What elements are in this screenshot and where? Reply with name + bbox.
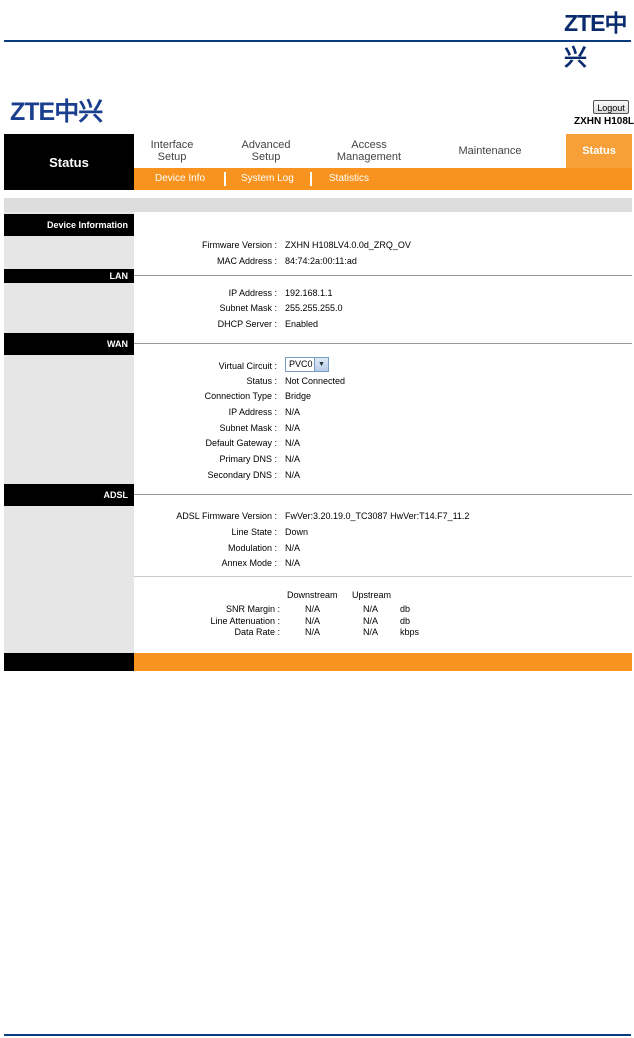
column-header-upstream: Upstream xyxy=(352,590,392,600)
tab-label: Interface xyxy=(150,139,194,151)
primary-dns-value: N/A xyxy=(285,454,301,464)
section-heading-device-info: Device Information xyxy=(4,214,134,236)
data-rate-downstream: N/A xyxy=(305,627,321,637)
wan-ip-value: N/A xyxy=(285,407,301,417)
field-label: Subnet Mask : xyxy=(219,423,277,433)
line-state-value: Down xyxy=(285,527,309,537)
firmware-version-value: ZXHN H108LV4.0.0d_ZRQ_OV xyxy=(285,240,411,250)
adsl-firmware-value: FwVer:3.20.19.0_TC3087 HwVer:T14.F7_11.2 xyxy=(285,511,470,521)
mac-address-value: 84:74:2a:00:11:ad xyxy=(285,256,357,266)
wan-status-value: Not Connected xyxy=(285,376,346,386)
field-label: Default Gateway : xyxy=(205,438,277,448)
field-label: ADSL Firmware Version : xyxy=(176,511,277,521)
content-top-band xyxy=(4,198,632,212)
table-row-label: SNR Margin : xyxy=(225,604,280,614)
logout-button[interactable]: Logout xyxy=(593,100,629,114)
chevron-down-icon: ▼ xyxy=(314,358,328,371)
section-rule xyxy=(134,494,632,495)
field-label: IP Address : xyxy=(228,288,277,298)
default-gateway-value: N/A xyxy=(285,438,301,448)
tab-access-management[interactable]: Access Management xyxy=(324,134,414,168)
field-label: Primary DNS : xyxy=(219,454,277,464)
tab-label: Advanced xyxy=(241,139,291,151)
main-nav: Interface Setup Advanced Setup Access Manag… xyxy=(134,134,632,168)
adsl-stats-panel xyxy=(134,576,632,654)
model-name: ZXHN H108L xyxy=(574,116,634,127)
data-rate-unit: kbps xyxy=(400,627,420,637)
footer-rule xyxy=(4,1034,631,1036)
tab-label: Maintenance xyxy=(458,145,522,157)
field-label: Subnet Mask : xyxy=(219,303,277,313)
field-label: Modulation : xyxy=(227,543,277,553)
dhcp-server-value: Enabled xyxy=(285,319,319,329)
data-rate-upstream: N/A xyxy=(363,627,379,637)
header-rule xyxy=(4,40,631,42)
sub-nav: Device Info System Log Statistics xyxy=(134,168,632,190)
section-rule xyxy=(134,343,632,344)
annex-mode-value: N/A xyxy=(285,558,301,568)
section-heading-adsl: ADSL xyxy=(4,484,134,506)
virtual-circuit-select[interactable]: PVC0 ▼ xyxy=(285,357,329,372)
section-heading-wan: WAN xyxy=(4,333,134,355)
tab-label: Setup xyxy=(157,151,187,163)
snr-downstream: N/A xyxy=(305,604,321,614)
field-label: Line State : xyxy=(231,527,277,537)
attenuation-upstream: N/A xyxy=(363,616,379,626)
attenuation-downstream: N/A xyxy=(305,616,321,626)
subtab-system-log[interactable]: System Log xyxy=(241,168,294,190)
subtab-device-info[interactable]: Device Info xyxy=(155,168,205,190)
zte-router-logo: ZTE中兴 xyxy=(10,98,103,126)
field-label: DHCP Server : xyxy=(217,319,277,329)
tab-label: Management xyxy=(336,151,402,163)
section-heading-lan: LAN xyxy=(4,269,134,283)
footer-bar-right xyxy=(134,653,632,671)
snr-upstream: N/A xyxy=(363,604,379,614)
field-label: MAC Address : xyxy=(216,256,277,266)
lan-ip-value: 192.168.1.1 xyxy=(285,288,333,298)
tab-label: Status xyxy=(582,145,616,157)
current-section-title: Status xyxy=(4,134,134,190)
field-label: Virtual Circuit : xyxy=(218,361,277,371)
tab-maintenance[interactable]: Maintenance xyxy=(440,134,540,168)
subtab-divider xyxy=(224,172,226,186)
field-label: Firmware Version : xyxy=(201,240,277,250)
subtab-statistics[interactable]: Statistics xyxy=(329,168,369,190)
tab-status[interactable]: Status xyxy=(566,134,632,168)
lan-subnet-value: 255.255.255.0 xyxy=(285,303,343,313)
wan-subnet-value: N/A xyxy=(285,423,301,433)
modulation-value: N/A xyxy=(285,543,301,553)
table-row-label: Line Attenuation : xyxy=(210,616,280,626)
subtab-divider xyxy=(310,172,312,186)
field-label: Annex Mode : xyxy=(221,558,277,568)
section-rule xyxy=(134,275,632,276)
column-header-downstream: Downstream xyxy=(287,590,338,600)
tab-advanced-setup[interactable]: Advanced Setup xyxy=(228,134,304,168)
zte-document-logo: ZTE中兴 xyxy=(564,10,627,70)
snr-unit: db xyxy=(400,604,411,614)
tab-interface-setup[interactable]: Interface Setup xyxy=(134,134,210,168)
tab-label: Access xyxy=(351,139,387,151)
tab-label: Setup xyxy=(251,151,281,163)
field-label: Status : xyxy=(246,376,277,386)
field-label: Connection Type : xyxy=(204,391,277,401)
virtual-circuit-selected: PVC0 xyxy=(289,359,313,369)
connection-type-value: Bridge xyxy=(285,391,312,401)
footer-bar-left xyxy=(4,653,134,671)
attenuation-unit: db xyxy=(400,616,411,626)
table-row-label: Data Rate : xyxy=(234,627,280,637)
field-label: IP Address : xyxy=(228,407,277,417)
field-label: Secondary DNS : xyxy=(207,470,277,480)
secondary-dns-value: N/A xyxy=(285,470,301,480)
